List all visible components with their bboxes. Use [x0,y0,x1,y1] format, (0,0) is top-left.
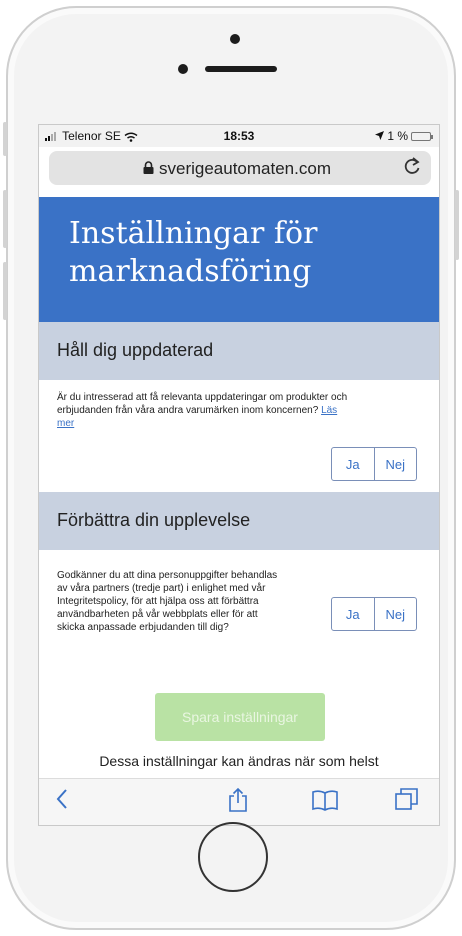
home-button[interactable] [198,822,268,892]
consent-toggle-updates: Ja Nej [331,447,417,481]
volume-up-button [3,190,7,248]
screen: Telenor SE 18:53 1 % sverigeautomaten.co… [38,124,440,826]
section-description: Godkänner du att dina personuppgifter be… [57,570,278,633]
back-chevron-icon[interactable] [55,787,69,818]
page-banner: Inställningar för marknadsföring [39,197,439,322]
no-button[interactable]: Nej [373,598,417,630]
yes-button[interactable]: Ja [332,598,374,630]
battery-group: 1 % [375,129,433,143]
consent-toggle-partners: Ja Nej [331,597,417,631]
address-bar[interactable]: sverigeautomaten.com [49,151,431,185]
url-text: sverigeautomaten.com [159,159,331,178]
save-settings-button[interactable]: Spara inställningar [155,693,325,741]
lock-icon [143,161,154,179]
yes-button[interactable]: Ja [332,448,374,480]
mute-switch [3,122,7,156]
bookmarks-icon[interactable] [311,787,339,818]
reload-icon[interactable] [403,156,421,182]
browser-toolbar [39,778,439,825]
battery-icon [411,131,433,141]
power-button [455,190,459,260]
volume-down-button [3,262,7,320]
section-header-improve-experience: Förbättra din upplevelse [39,492,439,550]
page-title: Inställningar för marknadsföring [69,216,318,289]
location-arrow-icon [375,129,385,143]
proximity-sensor [178,64,188,74]
section-header-stay-updated: Håll dig uppdaterad [39,322,439,380]
battery-percent: 1 % [387,129,408,143]
no-button[interactable]: Nej [373,448,417,480]
front-camera [230,34,240,44]
section-title: Håll dig uppdaterad [57,340,214,360]
status-bar: Telenor SE 18:53 1 % [39,125,439,147]
section-title: Förbättra din upplevelse [57,510,251,530]
earpiece-speaker [205,66,277,72]
share-icon[interactable] [227,787,249,820]
tabs-icon[interactable] [394,787,420,818]
section-description: Är du intresserad att få relevanta uppda… [57,392,348,429]
settings-note: Dessa inställningar kan ändras när som h… [99,753,379,769]
